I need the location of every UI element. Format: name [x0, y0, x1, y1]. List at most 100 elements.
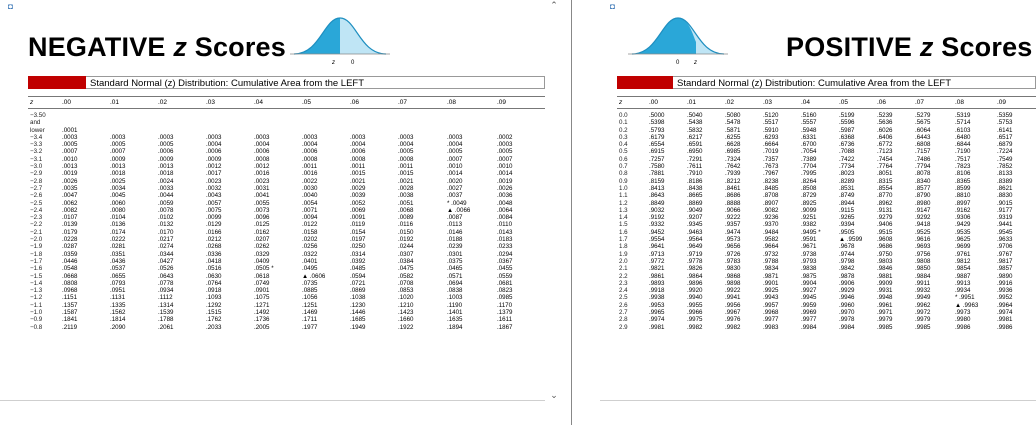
probability-cell: .0274 — [158, 243, 174, 251]
probability-cell: .1539 — [158, 309, 174, 317]
probability-cell: .1075 — [254, 294, 270, 302]
probability-cell: .5793 — [649, 126, 665, 134]
probability-cell: .9983 — [763, 323, 779, 331]
probability-cell: .9798 — [839, 257, 855, 265]
probability-cell: .9319 — [997, 214, 1013, 222]
left-table-viewport[interactable]: z .00.01.02.03.04.05.06.07.08.09 −3.50 and… — [28, 96, 545, 400]
probability-cell: .0256 — [302, 243, 318, 251]
probability-cell: .0011 — [302, 163, 318, 171]
curve-label-0: 0 — [676, 60, 680, 66]
probability-cell: .6064 — [915, 126, 931, 134]
probability-cell: .0013 — [158, 163, 174, 171]
probability-cell: .0143 — [497, 228, 513, 236]
probability-cell: .0314 — [350, 250, 366, 258]
table-caption: Standard Normal (z) Distribution: Cumula… — [673, 76, 1036, 89]
z-value-cell: 0.7 — [619, 163, 628, 171]
scroll-up-arrow-icon[interactable]: ⌃ — [548, 0, 560, 10]
scroll-down-arrow-icon[interactable]: ⌄ — [548, 390, 560, 400]
probability-cell: .9162 — [955, 206, 971, 214]
probability-cell: .0104 — [110, 214, 126, 222]
left-document-pane[interactable]: ◘ NEGATIVE z Scores z 0 Standard Normal … — [0, 0, 545, 425]
right-document-pane[interactable]: ◘ 0 z POSITIVE z Scores Standard Normal … — [600, 0, 1036, 425]
probability-cell: .0043 — [206, 192, 222, 200]
table-header-row: z .00.01.02.03.04.05.06.07.08.09 — [28, 96, 545, 109]
probability-cell: .9032 — [649, 206, 665, 214]
probability-cell — [108, 109, 156, 120]
probability-cell: .0287 — [62, 243, 78, 251]
probability-cell: .7611 — [687, 163, 703, 171]
probability-cell: .9834 — [763, 265, 779, 273]
probability-cell — [252, 127, 300, 134]
probability-cell: .0465 — [447, 265, 463, 273]
probability-cell: .9941 — [725, 294, 741, 302]
z-value-cell: −3.50 — [30, 112, 46, 119]
probability-cell: .1335 — [110, 301, 126, 309]
probability-cell: .0630 — [206, 272, 222, 280]
probability-cell: .9984 — [801, 323, 817, 331]
probability-cell: .0262 — [254, 243, 270, 251]
probability-cell: .0017 — [206, 170, 222, 178]
probability-cell: .9671 — [801, 243, 817, 251]
z-value-cell: −2.1 — [30, 228, 43, 236]
right-table-viewport[interactable]: z .00.01.02.03.04.05.06.07.08.09 0.0 .5000… — [617, 96, 1036, 400]
table-row: 1.7 .9554 .9564 .9573 .9582 .9591 ▲ .9599 .9608… — [617, 236, 1036, 243]
probability-cell: .5832 — [687, 126, 703, 134]
probability-cell: .7454 — [877, 155, 893, 163]
probability-cell: .0064 — [497, 206, 513, 214]
probability-cell: .0838 — [447, 287, 463, 295]
probability-cell — [108, 119, 156, 126]
probability-cell: .0222 — [110, 236, 126, 244]
probability-cell: .0018 — [110, 170, 126, 178]
probability-cell: .2005 — [254, 323, 270, 331]
probability-cell: .6915 — [649, 148, 665, 156]
probability-cell: .0035 — [62, 184, 78, 192]
z-value-cell: −2.6 — [30, 192, 43, 200]
probability-cell: .1814 — [110, 316, 126, 324]
probability-cell: .9979 — [915, 316, 931, 324]
table-row: −2.5 .0062 .0060 .0059 .0057 .0055 .0054 .0052.… — [28, 200, 545, 207]
probability-cell: .1170 — [497, 301, 513, 309]
table-row: 2.6 .9953 .9955 .9956 .9957 .9959 .9960 .9961 .9… — [617, 302, 1036, 309]
probability-cell: .0011 — [398, 163, 414, 171]
probability-cell: .8621 — [997, 184, 1013, 192]
positive-z-table: z .00.01.02.03.04.05.06.07.08.09 0.0 .5000… — [617, 96, 1036, 331]
probability-cell: .0001 — [62, 126, 78, 134]
probability-cell: .9946 — [839, 294, 855, 302]
probability-cell: .6480 — [955, 133, 971, 141]
probability-cell: .5714 — [955, 119, 971, 127]
probability-cell: .0080 — [110, 206, 126, 214]
column-header: .09 — [495, 96, 545, 109]
probability-cell: .7357 — [763, 155, 779, 163]
probability-cell — [204, 109, 252, 120]
probability-cell: .5239 — [877, 112, 893, 119]
table-row: −3.0 .0013 .0013 .0013 .0012 .0012 .0011 .0011.… — [28, 163, 545, 170]
probability-cell: .9345 — [687, 221, 703, 229]
z-value-cell: 2.5 — [619, 294, 628, 302]
probability-cell: .0392 — [350, 257, 366, 265]
probability-cell: .0735 — [302, 279, 318, 287]
column-header: .06 — [875, 96, 913, 109]
table-row: lower .0001 — [28, 127, 545, 134]
probability-cell: .9911 — [915, 279, 931, 287]
pane-divider[interactable] — [571, 0, 572, 425]
probability-cell: .0026 — [62, 177, 78, 185]
probability-cell: .0003 — [350, 133, 366, 141]
column-header: .07 — [396, 96, 445, 109]
normal-curve-right-icon: 0 z — [628, 17, 728, 66]
probability-cell: .0885 — [302, 287, 318, 295]
probability-cell: .0048 — [497, 199, 513, 207]
probability-cell: .1894 — [447, 323, 463, 331]
probability-cell: .0068 — [398, 206, 414, 214]
probability-cell: .9332 — [649, 221, 665, 229]
probability-cell: .9875 — [801, 272, 817, 280]
probability-cell: .0359 — [62, 250, 78, 258]
probability-cell: .8643 — [649, 192, 665, 200]
probability-cell: .0003 — [254, 133, 270, 141]
probability-cell: .6179 — [649, 133, 665, 141]
probability-cell: .9961 — [877, 301, 893, 309]
probability-cell — [396, 119, 445, 126]
z-value-cell: 1.5 — [619, 221, 628, 229]
probability-cell: .9904 — [801, 279, 817, 287]
probability-cell: .0008 — [254, 155, 270, 163]
probability-cell: .0039 — [350, 192, 366, 200]
